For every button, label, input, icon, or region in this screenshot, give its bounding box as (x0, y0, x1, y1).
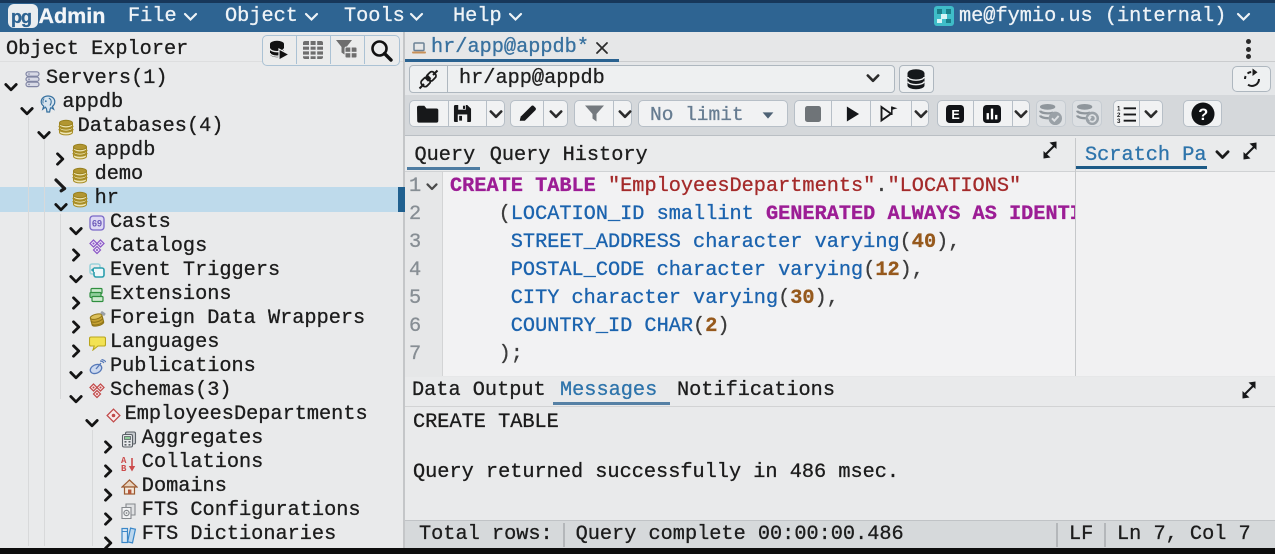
svg-text:E: E (951, 108, 959, 122)
svg-text:69: 69 (92, 218, 102, 228)
svg-text:3: 3 (1117, 118, 1121, 124)
svg-text:?: ? (1198, 106, 1208, 124)
svg-text:B: B (121, 464, 127, 472)
